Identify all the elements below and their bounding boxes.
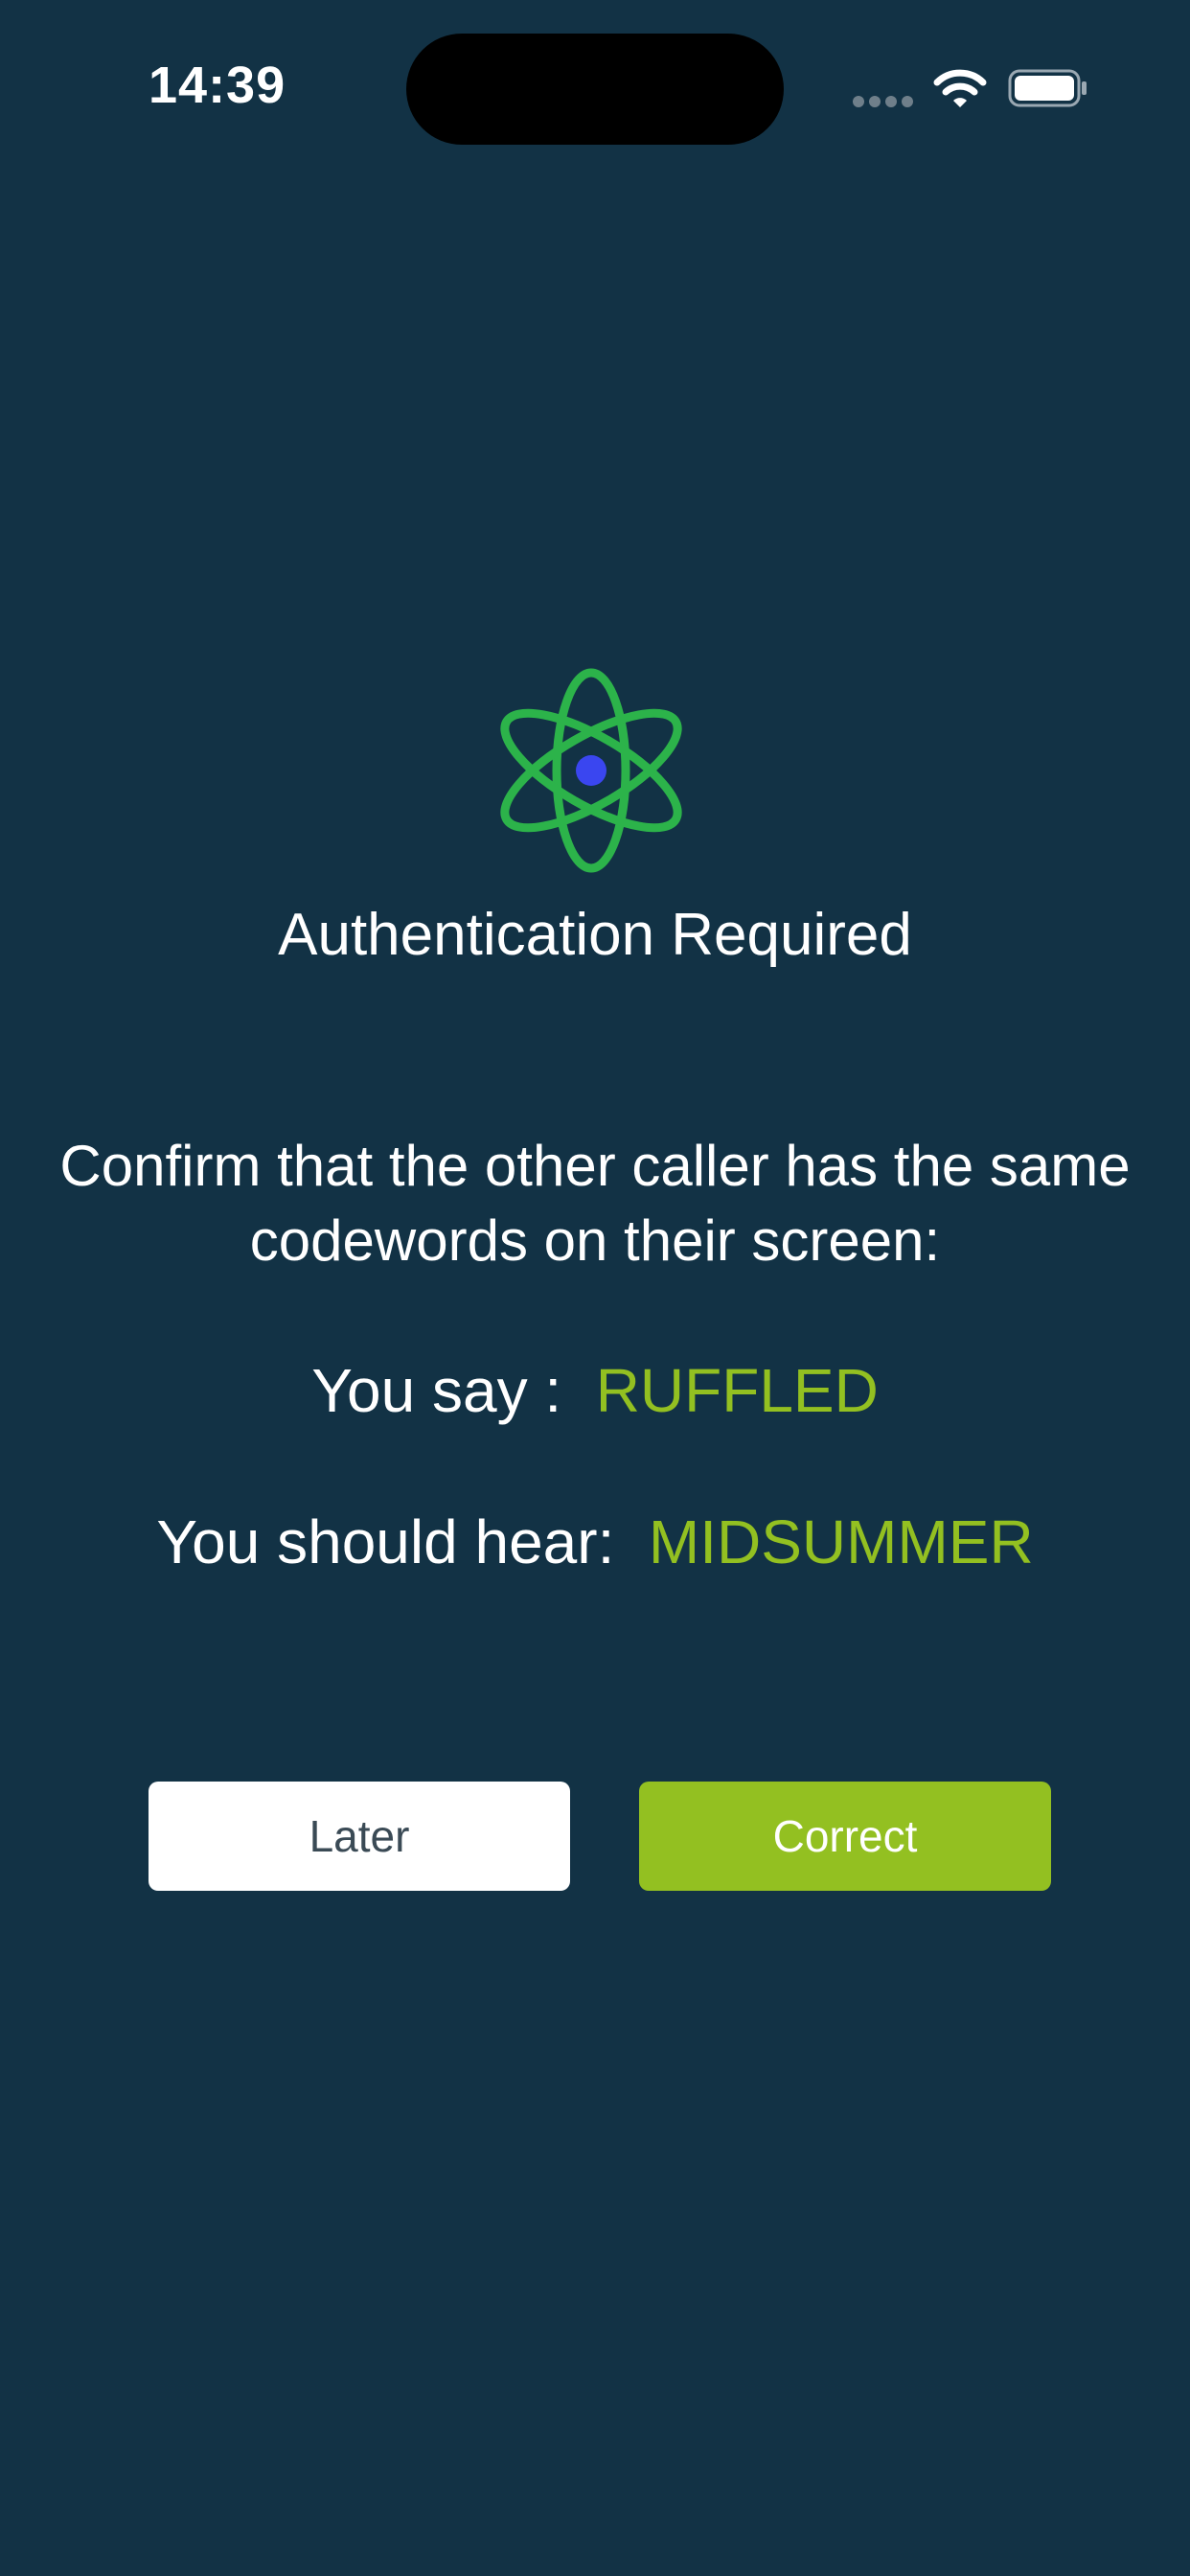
battery-icon xyxy=(1008,69,1087,107)
auth-title: Authentication Required xyxy=(278,902,912,968)
hear-label: You should hear: xyxy=(156,1507,615,1576)
status-bar: 14:39 xyxy=(0,0,1190,172)
wifi-icon xyxy=(933,69,987,107)
correct-button[interactable]: Correct xyxy=(639,1782,1051,1891)
say-codeword: RUFFLED xyxy=(595,1356,879,1425)
later-button[interactable]: Later xyxy=(149,1782,570,1891)
status-time: 14:39 xyxy=(149,57,286,114)
hear-codeword: MIDSUMMER xyxy=(648,1507,1034,1576)
instruction-text: Confirm that the other caller has the sa… xyxy=(59,1134,1131,1273)
correct-button-label: Correct xyxy=(772,1811,918,1861)
atom-icon xyxy=(500,668,682,873)
hear-row: You should hear: MIDSUMMER xyxy=(0,1506,1190,1577)
later-button-label: Later xyxy=(309,1811,410,1861)
say-row: You say : RUFFLED xyxy=(0,1355,1190,1426)
say-label: You say : xyxy=(311,1356,562,1425)
dynamic-island xyxy=(406,34,784,145)
signal-dots-icon xyxy=(853,96,914,107)
